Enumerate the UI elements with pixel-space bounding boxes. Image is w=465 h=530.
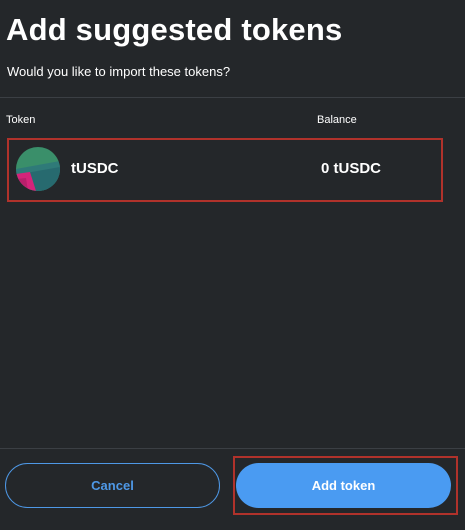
header-divider xyxy=(0,97,465,98)
page-subtitle: Would you like to import these tokens? xyxy=(7,64,231,79)
token-symbol: tUSDC xyxy=(71,160,119,177)
footer-divider xyxy=(0,448,465,449)
page-title: Add suggested tokens xyxy=(6,12,343,47)
column-header-balance: Balance xyxy=(317,114,357,126)
token-row: tUSDC 0 tUSDC xyxy=(7,138,443,202)
token-balance: 0 tUSDC xyxy=(321,160,382,177)
add-token-button[interactable]: Add token xyxy=(236,463,451,508)
add-suggested-tokens-dialog: Add suggested tokens Would you like to i… xyxy=(0,0,465,530)
token-identicon-icon xyxy=(16,147,60,191)
cancel-button[interactable]: Cancel xyxy=(5,463,220,508)
column-header-token: Token xyxy=(6,114,36,126)
